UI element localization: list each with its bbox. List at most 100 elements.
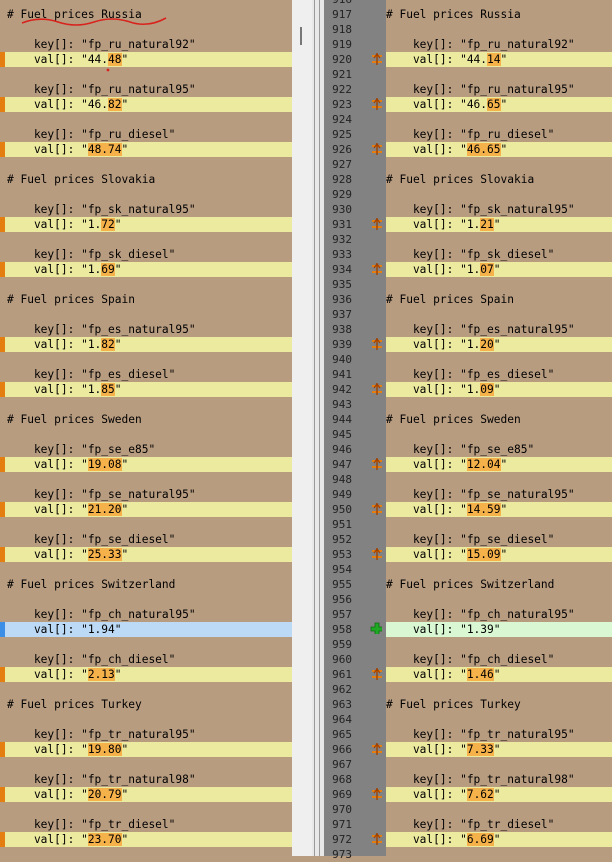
blank-line[interactable] bbox=[386, 802, 612, 817]
merge-arrow-icon[interactable] bbox=[371, 98, 383, 110]
merge-arrow-icon[interactable] bbox=[371, 53, 383, 65]
section-comment-line[interactable]: # Fuel prices Spain bbox=[0, 292, 292, 307]
code-line[interactable]: key[]: "fp_tr_natural98" bbox=[0, 772, 292, 787]
code-line[interactable]: val[]: "7.33" bbox=[386, 742, 612, 757]
code-line[interactable]: val[]: "19.08" bbox=[0, 457, 292, 472]
blank-line[interactable] bbox=[386, 757, 612, 772]
blank-line[interactable] bbox=[386, 277, 612, 292]
code-line[interactable]: val[]: "2.13" bbox=[0, 667, 292, 682]
blank-line[interactable] bbox=[386, 352, 612, 367]
blank-line[interactable] bbox=[386, 0, 612, 7]
merge-arrow-icon[interactable] bbox=[371, 833, 383, 845]
blank-line[interactable] bbox=[386, 637, 612, 652]
code-line[interactable]: key[]: "fp_tr_natural98" bbox=[386, 772, 612, 787]
blank-line[interactable] bbox=[0, 682, 292, 697]
merge-arrow-icon[interactable] bbox=[371, 458, 383, 470]
merge-arrow-icon[interactable] bbox=[371, 338, 383, 350]
code-line[interactable]: val[]: "7.62" bbox=[386, 787, 612, 802]
code-line[interactable]: val[]: "1.39" bbox=[386, 622, 612, 637]
merge-arrow-icon[interactable] bbox=[371, 743, 383, 755]
blank-line[interactable] bbox=[386, 67, 612, 82]
section-comment-line[interactable]: # Fuel prices Sweden bbox=[0, 412, 292, 427]
code-line[interactable]: key[]: "fp_ru_natural95" bbox=[386, 82, 612, 97]
blank-line[interactable] bbox=[386, 847, 612, 856]
section-comment-line[interactable]: # Fuel prices Slovakia bbox=[0, 172, 292, 187]
section-comment-line[interactable]: # Fuel prices Russia bbox=[386, 7, 612, 22]
section-comment-line[interactable]: # Fuel prices Spain bbox=[386, 292, 612, 307]
blank-line[interactable] bbox=[0, 637, 292, 652]
blank-line[interactable] bbox=[0, 757, 292, 772]
merge-arrow-icon[interactable] bbox=[371, 548, 383, 560]
blank-line[interactable] bbox=[386, 427, 612, 442]
blank-line[interactable] bbox=[0, 232, 292, 247]
code-line[interactable]: key[]: "fp_se_e85" bbox=[0, 442, 292, 457]
code-line[interactable]: key[]: "fp_sk_diesel" bbox=[0, 247, 292, 262]
merge-arrow-icon[interactable] bbox=[371, 218, 383, 230]
merge-arrow-icon[interactable] bbox=[371, 263, 383, 275]
pane-splitter[interactable] bbox=[312, 0, 324, 856]
code-line[interactable]: val[]: "14.59" bbox=[386, 502, 612, 517]
blank-line[interactable] bbox=[386, 157, 612, 172]
code-line[interactable]: val[]: "44.48" bbox=[0, 52, 292, 67]
left-file-pane[interactable]: # Fuel prices Russia key[]: "fp_ru_natur… bbox=[0, 0, 292, 856]
code-line[interactable]: val[]: "1.09" bbox=[386, 382, 612, 397]
code-line[interactable]: key[]: "fp_se_e85" bbox=[386, 442, 612, 457]
blank-line[interactable] bbox=[386, 22, 612, 37]
code-line[interactable]: key[]: "fp_sk_natural95" bbox=[386, 202, 612, 217]
code-line[interactable]: key[]: "fp_tr_natural95" bbox=[386, 727, 612, 742]
code-line[interactable]: key[]: "fp_es_diesel" bbox=[386, 367, 612, 382]
code-line[interactable]: val[]: "21.20" bbox=[0, 502, 292, 517]
code-line[interactable]: val[]: "1.07" bbox=[386, 262, 612, 277]
code-line[interactable]: val[]: "23.70" bbox=[0, 832, 292, 847]
section-comment-line[interactable]: # Fuel prices Turkey bbox=[0, 697, 292, 712]
code-line[interactable]: key[]: "fp_ru_diesel" bbox=[386, 127, 612, 142]
code-line[interactable]: key[]: "fp_sk_diesel" bbox=[386, 247, 612, 262]
blank-line[interactable] bbox=[386, 517, 612, 532]
code-line[interactable]: val[]: "1.82" bbox=[0, 337, 292, 352]
code-line[interactable]: val[]: "25.33" bbox=[0, 547, 292, 562]
blank-line[interactable] bbox=[0, 802, 292, 817]
code-line[interactable]: key[]: "fp_tr_natural95" bbox=[0, 727, 292, 742]
code-line[interactable]: key[]: "fp_sk_natural95" bbox=[0, 202, 292, 217]
code-line[interactable]: val[]: "20.79" bbox=[0, 787, 292, 802]
code-line[interactable]: val[]: "44.14" bbox=[386, 52, 612, 67]
code-line[interactable]: key[]: "fp_es_natural95" bbox=[386, 322, 612, 337]
blank-line[interactable] bbox=[0, 187, 292, 202]
blank-line[interactable] bbox=[0, 397, 292, 412]
blank-line[interactable] bbox=[0, 712, 292, 727]
code-line[interactable]: key[]: "fp_ru_diesel" bbox=[0, 127, 292, 142]
code-line[interactable]: val[]: "1.46" bbox=[386, 667, 612, 682]
blank-line[interactable] bbox=[0, 307, 292, 322]
code-line[interactable]: val[]: "15.09" bbox=[386, 547, 612, 562]
code-line[interactable]: key[]: "fp_ch_natural95" bbox=[386, 607, 612, 622]
code-line[interactable]: key[]: "fp_es_diesel" bbox=[0, 367, 292, 382]
code-line[interactable]: val[]: "46.65" bbox=[386, 97, 612, 112]
code-line[interactable]: key[]: "fp_se_natural95" bbox=[0, 487, 292, 502]
code-line[interactable]: val[]: "46.82" bbox=[0, 97, 292, 112]
code-line[interactable]: val[]: "48.74" bbox=[0, 142, 292, 157]
blank-line[interactable] bbox=[386, 187, 612, 202]
code-line[interactable]: val[]: "1.69" bbox=[0, 262, 292, 277]
blank-line[interactable] bbox=[386, 562, 612, 577]
code-line[interactable]: val[]: "1.20" bbox=[386, 337, 612, 352]
code-line[interactable]: key[]: "fp_se_diesel" bbox=[386, 532, 612, 547]
code-line[interactable]: key[]: "fp_ch_diesel" bbox=[386, 652, 612, 667]
left-vertical-scrollbar[interactable] bbox=[292, 0, 312, 856]
blank-line[interactable] bbox=[0, 517, 292, 532]
blank-line[interactable] bbox=[0, 592, 292, 607]
code-line[interactable]: val[]: "46.65" bbox=[386, 142, 612, 157]
merge-arrow-icon[interactable] bbox=[371, 788, 383, 800]
code-line[interactable]: val[]: "12.04" bbox=[386, 457, 612, 472]
code-line[interactable]: key[]: "fp_ch_natural95" bbox=[0, 607, 292, 622]
code-line[interactable]: key[]: "fp_tr_diesel" bbox=[386, 817, 612, 832]
blank-line[interactable] bbox=[386, 712, 612, 727]
section-comment-line[interactable]: # Fuel prices Sweden bbox=[386, 412, 612, 427]
code-line[interactable]: val[]: "1.94" bbox=[0, 622, 292, 637]
blank-line[interactable] bbox=[0, 277, 292, 292]
code-line[interactable]: key[]: "fp_ch_diesel" bbox=[0, 652, 292, 667]
code-line[interactable]: val[]: "1.85" bbox=[0, 382, 292, 397]
blank-line[interactable] bbox=[386, 397, 612, 412]
code-line[interactable]: key[]: "fp_ru_natural92" bbox=[0, 37, 292, 52]
merge-arrow-icon[interactable] bbox=[371, 143, 383, 155]
right-file-pane[interactable]: # Fuel prices Russia key[]: "fp_ru_natur… bbox=[386, 0, 612, 856]
